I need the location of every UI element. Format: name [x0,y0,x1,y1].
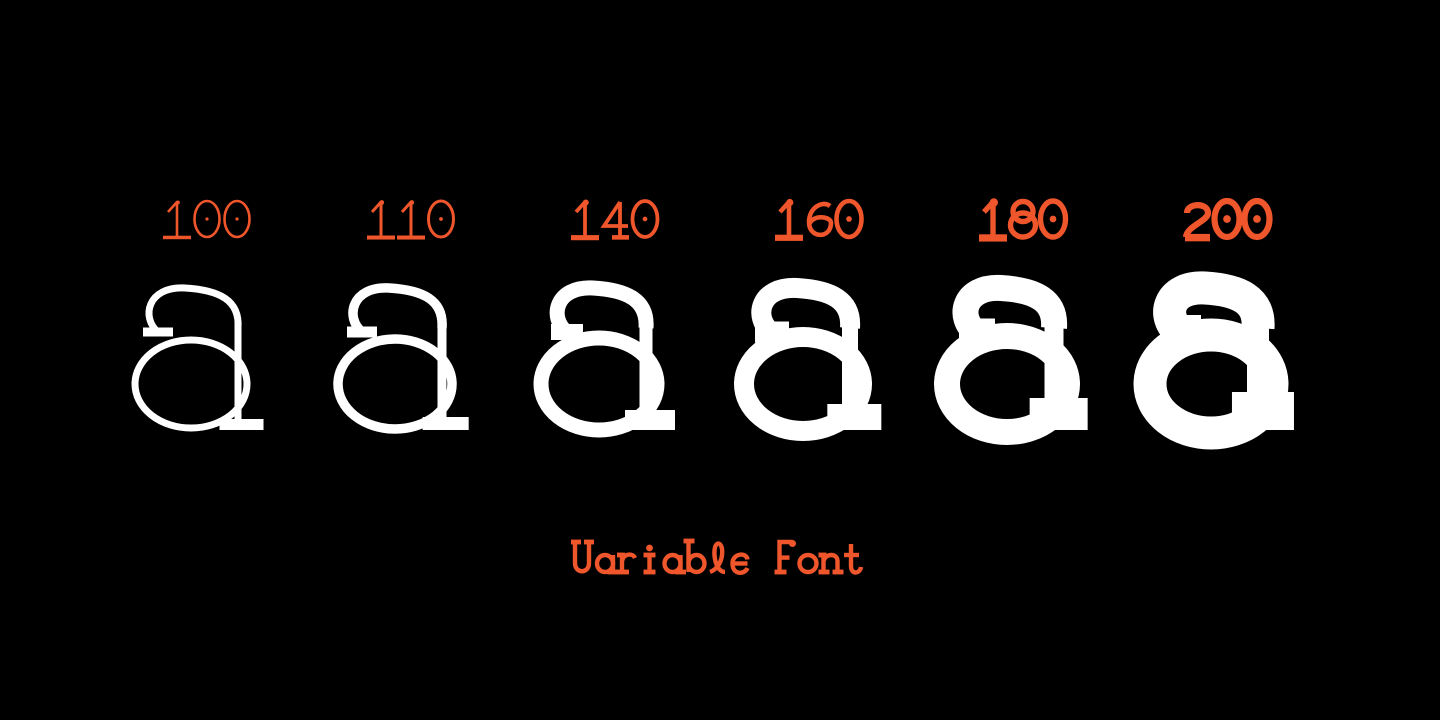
weight-label-glyphs [571,199,660,241]
glyph-specimen-row [110,271,1330,450]
weight-label-text [773,196,871,248]
weight-label-text [365,196,463,248]
glyph-cell-180[interactable] [926,272,1126,445]
foot-slab-serif [422,417,469,430]
glyph-cell-140[interactable] [518,272,718,442]
weight-label-text [161,196,259,248]
weight-label-text [1181,196,1279,248]
weight-label-110[interactable] [314,196,514,248]
glyph-a-160 [734,278,882,441]
glyph-a-140 [533,280,675,438]
caption-line [0,534,1440,593]
glyph-cell-160[interactable] [722,272,922,442]
top-terminal-serif [347,326,377,338]
weight-label-text [977,196,1075,248]
foot-slab-serif [827,404,882,430]
weight-label-text [569,196,667,248]
weight-label-row [110,196,1330,248]
foot-slab-serif [625,410,675,430]
weight-label-100[interactable] [110,196,310,248]
weight-label-glyphs [979,198,1069,242]
glyph-a-180 [934,275,1088,445]
glyph-a-200 [1133,271,1294,450]
weight-label-200[interactable] [1130,196,1330,248]
caption-glyphs [570,538,863,575]
weight-label-160[interactable] [722,196,922,248]
foot-slab-serif [1029,398,1088,430]
glyph-a-100 [131,284,264,432]
caption-text [569,534,872,593]
glyph-cell-110[interactable] [314,272,514,442]
glyph-a-110 [333,283,469,434]
weight-label-glyphs [775,198,864,241]
weight-label-180[interactable] [926,196,1126,248]
foot-slab-serif [219,419,264,430]
foot-slab-serif [1231,392,1294,430]
weight-label-140[interactable] [518,196,718,248]
top-terminal-serif [143,327,173,337]
weight-label-glyphs [367,199,455,240]
glyph-cell-200[interactable] [1130,271,1330,450]
weight-label-glyphs [163,199,251,240]
specimen-stage [0,0,1440,720]
weight-label-glyphs [1182,197,1273,242]
glyph-cell-100[interactable] [110,272,310,442]
